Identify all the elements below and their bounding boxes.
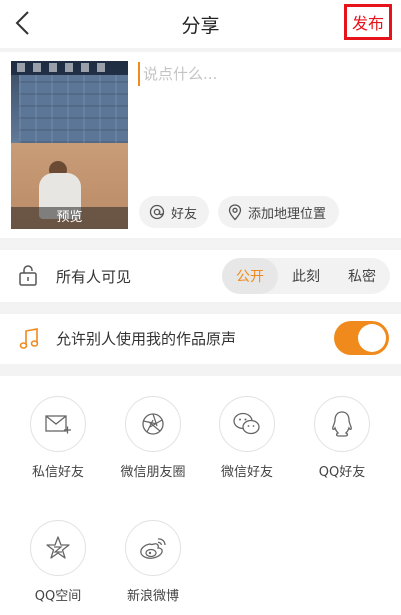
add-location-button[interactable]: 添加地理位置	[218, 196, 339, 228]
share-circle	[30, 520, 86, 576]
share-circle	[314, 396, 370, 452]
music-note-icon	[19, 328, 39, 349]
mention-friend-button[interactable]: 好友	[139, 196, 209, 228]
privacy-option-private[interactable]: 私密	[334, 258, 390, 294]
privacy-segmented-control: 公开 此刻 私密	[222, 258, 390, 294]
share-circle	[125, 396, 181, 452]
share-label: 私信好友	[31, 465, 84, 480]
privacy-label: 所有人可见	[56, 268, 132, 286]
header-bar: 分享 发布	[0, 0, 401, 48]
privacy-option-moment[interactable]: 此刻	[278, 258, 334, 294]
publish-button[interactable]: 发布	[344, 4, 392, 40]
share-label: 微信好友	[220, 465, 273, 480]
share-label: QQ空间	[34, 589, 82, 604]
location-pin-icon	[228, 203, 242, 220]
privacy-option-public[interactable]: 公开	[222, 258, 278, 294]
section-gap	[0, 302, 401, 314]
section-gap	[0, 364, 401, 376]
share-label: 微信朋友圈	[120, 465, 186, 480]
share-label: 新浪微博	[126, 589, 179, 604]
share-qq-friend[interactable]: QQ好友	[297, 376, 387, 480]
video-thumbnail[interactable]: 预览	[11, 61, 128, 229]
qq-icon	[332, 411, 352, 437]
share-circle	[219, 396, 275, 452]
share-weibo[interactable]: 新浪微博	[108, 500, 198, 604]
at-icon	[149, 204, 165, 220]
share-wechat-moments[interactable]: 微信朋友圈	[108, 376, 198, 480]
share-targets: 私信好友 微信朋友圈 微信好友 QQ好友 QQ空间 新浪微博	[0, 376, 401, 615]
aperture-icon	[142, 413, 164, 435]
section-gap	[0, 238, 401, 250]
original-sound-label: 允许别人使用我的作品原声	[56, 330, 237, 348]
compose-section: 预览 好友 添加地理位置	[0, 52, 401, 238]
share-label: QQ好友	[318, 465, 366, 480]
mail-plus-icon	[45, 415, 71, 434]
location-label: 添加地理位置	[248, 206, 327, 222]
weibo-icon	[140, 538, 166, 559]
caption-input[interactable]	[138, 62, 388, 86]
page-title: 分享	[181, 15, 220, 37]
mention-label: 好友	[171, 206, 198, 222]
thumbnail-hud	[11, 61, 128, 75]
wechat-icon	[233, 412, 260, 435]
share-circle	[30, 396, 86, 452]
lock-icon	[19, 265, 37, 286]
share-private-message[interactable]: 私信好友	[13, 376, 103, 480]
thumbnail-wall	[19, 75, 128, 143]
toggle-knob	[358, 324, 386, 352]
star-icon	[46, 536, 70, 559]
share-circle	[125, 520, 181, 576]
share-qzone[interactable]: QQ空间	[13, 500, 103, 604]
preview-label[interactable]: 预览	[11, 207, 128, 229]
share-wechat-friend[interactable]: 微信好友	[202, 376, 292, 480]
original-sound-row: 允许别人使用我的作品原声	[0, 314, 401, 364]
original-sound-toggle[interactable]	[334, 321, 389, 355]
privacy-row: 所有人可见 公开 此刻 私密	[0, 250, 401, 302]
